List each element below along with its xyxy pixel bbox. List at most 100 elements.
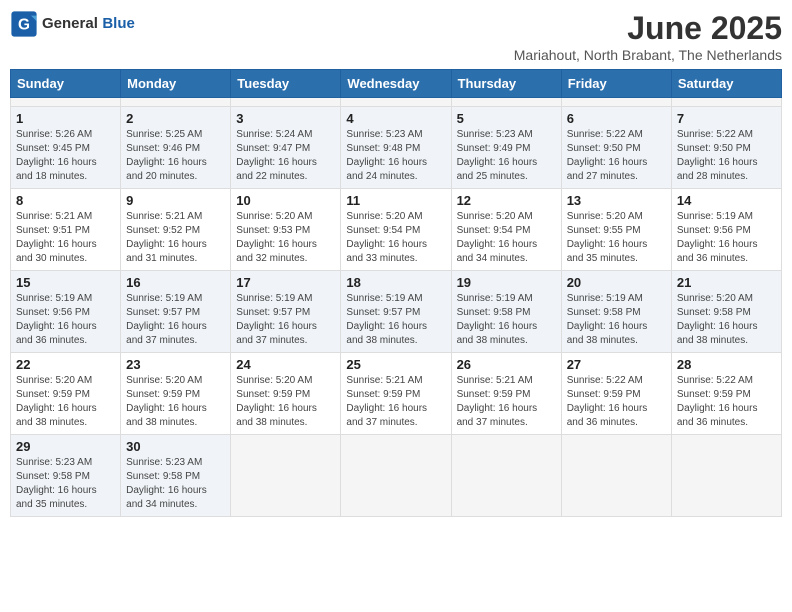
table-row: 3 Sunrise: 5:24 AM Sunset: 9:47 PM Dayli… bbox=[231, 107, 341, 189]
calendar-week-row: 15 Sunrise: 5:19 AM Sunset: 9:56 PM Dayl… bbox=[11, 271, 782, 353]
day-number: 29 bbox=[16, 439, 115, 454]
table-row: 9 Sunrise: 5:21 AM Sunset: 9:52 PM Dayli… bbox=[121, 189, 231, 271]
day-number: 23 bbox=[126, 357, 225, 372]
location-title: Mariahout, North Brabant, The Netherland… bbox=[514, 47, 782, 63]
table-row: 5 Sunrise: 5:23 AM Sunset: 9:49 PM Dayli… bbox=[451, 107, 561, 189]
day-info: Sunrise: 5:23 AM Sunset: 9:58 PM Dayligh… bbox=[16, 456, 115, 512]
day-info: Sunrise: 5:24 AM Sunset: 9:47 PM Dayligh… bbox=[236, 128, 335, 184]
svg-text:G: G bbox=[18, 17, 30, 34]
day-number: 1 bbox=[16, 111, 115, 126]
table-row: 20 Sunrise: 5:19 AM Sunset: 9:58 PM Dayl… bbox=[561, 271, 671, 353]
col-wednesday: Wednesday bbox=[341, 70, 451, 98]
day-info: Sunrise: 5:22 AM Sunset: 9:50 PM Dayligh… bbox=[677, 128, 776, 184]
day-number: 28 bbox=[677, 357, 776, 372]
day-info: Sunrise: 5:20 AM Sunset: 9:55 PM Dayligh… bbox=[567, 210, 666, 266]
day-info: Sunrise: 5:20 AM Sunset: 9:53 PM Dayligh… bbox=[236, 210, 335, 266]
day-number: 20 bbox=[567, 275, 666, 290]
day-info: Sunrise: 5:19 AM Sunset: 9:57 PM Dayligh… bbox=[346, 292, 445, 348]
table-row bbox=[341, 435, 451, 517]
day-number: 9 bbox=[126, 193, 225, 208]
day-number: 6 bbox=[567, 111, 666, 126]
day-number: 8 bbox=[16, 193, 115, 208]
day-info: Sunrise: 5:25 AM Sunset: 9:46 PM Dayligh… bbox=[126, 128, 225, 184]
calendar-week-row bbox=[11, 98, 782, 107]
table-row bbox=[11, 98, 121, 107]
day-info: Sunrise: 5:20 AM Sunset: 9:58 PM Dayligh… bbox=[677, 292, 776, 348]
table-row: 8 Sunrise: 5:21 AM Sunset: 9:51 PM Dayli… bbox=[11, 189, 121, 271]
calendar-week-row: 8 Sunrise: 5:21 AM Sunset: 9:51 PM Dayli… bbox=[11, 189, 782, 271]
table-row: 15 Sunrise: 5:19 AM Sunset: 9:56 PM Dayl… bbox=[11, 271, 121, 353]
table-row: 14 Sunrise: 5:19 AM Sunset: 9:56 PM Dayl… bbox=[671, 189, 781, 271]
day-info: Sunrise: 5:20 AM Sunset: 9:59 PM Dayligh… bbox=[236, 374, 335, 430]
table-row: 28 Sunrise: 5:22 AM Sunset: 9:59 PM Dayl… bbox=[671, 353, 781, 435]
col-tuesday: Tuesday bbox=[231, 70, 341, 98]
day-info: Sunrise: 5:21 AM Sunset: 9:51 PM Dayligh… bbox=[16, 210, 115, 266]
table-row: 17 Sunrise: 5:19 AM Sunset: 9:57 PM Dayl… bbox=[231, 271, 341, 353]
month-title: June 2025 bbox=[514, 10, 782, 47]
day-info: Sunrise: 5:22 AM Sunset: 9:59 PM Dayligh… bbox=[677, 374, 776, 430]
logo: G General Blue bbox=[10, 10, 135, 38]
day-info: Sunrise: 5:20 AM Sunset: 9:54 PM Dayligh… bbox=[457, 210, 556, 266]
day-info: Sunrise: 5:19 AM Sunset: 9:58 PM Dayligh… bbox=[457, 292, 556, 348]
day-info: Sunrise: 5:19 AM Sunset: 9:56 PM Dayligh… bbox=[16, 292, 115, 348]
table-row bbox=[451, 98, 561, 107]
day-number: 10 bbox=[236, 193, 335, 208]
table-row: 30 Sunrise: 5:23 AM Sunset: 9:58 PM Dayl… bbox=[121, 435, 231, 517]
day-info: Sunrise: 5:22 AM Sunset: 9:50 PM Dayligh… bbox=[567, 128, 666, 184]
table-row: 11 Sunrise: 5:20 AM Sunset: 9:54 PM Dayl… bbox=[341, 189, 451, 271]
day-info: Sunrise: 5:22 AM Sunset: 9:59 PM Dayligh… bbox=[567, 374, 666, 430]
day-info: Sunrise: 5:20 AM Sunset: 9:59 PM Dayligh… bbox=[16, 374, 115, 430]
table-row bbox=[121, 98, 231, 107]
day-number: 3 bbox=[236, 111, 335, 126]
day-number: 18 bbox=[346, 275, 445, 290]
table-row: 21 Sunrise: 5:20 AM Sunset: 9:58 PM Dayl… bbox=[671, 271, 781, 353]
table-row: 19 Sunrise: 5:19 AM Sunset: 9:58 PM Dayl… bbox=[451, 271, 561, 353]
calendar-week-row: 1 Sunrise: 5:26 AM Sunset: 9:45 PM Dayli… bbox=[11, 107, 782, 189]
day-info: Sunrise: 5:23 AM Sunset: 9:48 PM Dayligh… bbox=[346, 128, 445, 184]
day-number: 16 bbox=[126, 275, 225, 290]
day-number: 24 bbox=[236, 357, 335, 372]
table-row bbox=[671, 98, 781, 107]
logo-icon: G bbox=[10, 10, 38, 38]
day-number: 14 bbox=[677, 193, 776, 208]
day-number: 12 bbox=[457, 193, 556, 208]
day-info: Sunrise: 5:26 AM Sunset: 9:45 PM Dayligh… bbox=[16, 128, 115, 184]
table-row: 24 Sunrise: 5:20 AM Sunset: 9:59 PM Dayl… bbox=[231, 353, 341, 435]
calendar-week-row: 22 Sunrise: 5:20 AM Sunset: 9:59 PM Dayl… bbox=[11, 353, 782, 435]
day-info: Sunrise: 5:21 AM Sunset: 9:59 PM Dayligh… bbox=[457, 374, 556, 430]
table-row: 22 Sunrise: 5:20 AM Sunset: 9:59 PM Dayl… bbox=[11, 353, 121, 435]
col-monday: Monday bbox=[121, 70, 231, 98]
col-thursday: Thursday bbox=[451, 70, 561, 98]
day-number: 26 bbox=[457, 357, 556, 372]
day-info: Sunrise: 5:21 AM Sunset: 9:59 PM Dayligh… bbox=[346, 374, 445, 430]
table-row: 23 Sunrise: 5:20 AM Sunset: 9:59 PM Dayl… bbox=[121, 353, 231, 435]
table-row: 1 Sunrise: 5:26 AM Sunset: 9:45 PM Dayli… bbox=[11, 107, 121, 189]
table-row: 26 Sunrise: 5:21 AM Sunset: 9:59 PM Dayl… bbox=[451, 353, 561, 435]
day-info: Sunrise: 5:19 AM Sunset: 9:58 PM Dayligh… bbox=[567, 292, 666, 348]
table-row bbox=[561, 435, 671, 517]
header: G General Blue June 2025 Mariahout, Nort… bbox=[10, 10, 782, 63]
table-row: 4 Sunrise: 5:23 AM Sunset: 9:48 PM Dayli… bbox=[341, 107, 451, 189]
table-row bbox=[451, 435, 561, 517]
day-number: 11 bbox=[346, 193, 445, 208]
table-row: 7 Sunrise: 5:22 AM Sunset: 9:50 PM Dayli… bbox=[671, 107, 781, 189]
table-row: 2 Sunrise: 5:25 AM Sunset: 9:46 PM Dayli… bbox=[121, 107, 231, 189]
day-info: Sunrise: 5:20 AM Sunset: 9:54 PM Dayligh… bbox=[346, 210, 445, 266]
day-info: Sunrise: 5:19 AM Sunset: 9:57 PM Dayligh… bbox=[236, 292, 335, 348]
day-number: 4 bbox=[346, 111, 445, 126]
day-number: 27 bbox=[567, 357, 666, 372]
table-row: 27 Sunrise: 5:22 AM Sunset: 9:59 PM Dayl… bbox=[561, 353, 671, 435]
day-number: 15 bbox=[16, 275, 115, 290]
table-row: 16 Sunrise: 5:19 AM Sunset: 9:57 PM Dayl… bbox=[121, 271, 231, 353]
day-number: 25 bbox=[346, 357, 445, 372]
calendar: Sunday Monday Tuesday Wednesday Thursday… bbox=[10, 69, 782, 517]
col-saturday: Saturday bbox=[671, 70, 781, 98]
day-info: Sunrise: 5:23 AM Sunset: 9:58 PM Dayligh… bbox=[126, 456, 225, 512]
day-info: Sunrise: 5:19 AM Sunset: 9:56 PM Dayligh… bbox=[677, 210, 776, 266]
day-number: 21 bbox=[677, 275, 776, 290]
day-number: 13 bbox=[567, 193, 666, 208]
table-row: 6 Sunrise: 5:22 AM Sunset: 9:50 PM Dayli… bbox=[561, 107, 671, 189]
table-row: 25 Sunrise: 5:21 AM Sunset: 9:59 PM Dayl… bbox=[341, 353, 451, 435]
col-sunday: Sunday bbox=[11, 70, 121, 98]
table-row bbox=[231, 435, 341, 517]
